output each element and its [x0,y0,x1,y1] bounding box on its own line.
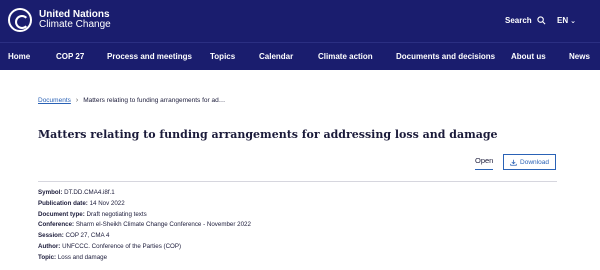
meta-row-conference: Conference: Sharm el-Sheikh Climate Chan… [38,220,251,231]
nav-item-climate-action[interactable]: Climate action [318,52,373,61]
meta-label: Topic: [38,253,57,261]
document-metadata: Symbol: DT.DD.CMA4.i8f.1 Publication dat… [38,188,251,264]
meta-label: Document type: [38,210,85,218]
breadcrumb: Documents › Matters relating to funding … [38,97,225,104]
breadcrumb-current: Matters relating to funding arrangements… [83,97,226,104]
meta-row-topic: Topic: Loss and damage [38,253,251,264]
logo-text: United Nations Climate Change [39,9,111,31]
download-button[interactable]: Download [503,154,556,170]
open-tab[interactable]: Open [475,156,494,170]
meta-label: Session: [38,232,64,240]
nav-item-process-and-meetings[interactable]: Process and meetings [107,52,192,61]
language-selector[interactable]: EN ⌄ [557,16,576,25]
top-header: United Nations Climate Change Search EN … [0,0,600,42]
meta-row-author: Author: UNFCCC. Conference of the Partie… [38,242,251,253]
meta-row-symbol: Symbol: DT.DD.CMA4.i8f.1 [38,188,251,199]
nav-item-about-us[interactable]: About us [511,52,546,61]
meta-row-session: Session: COP 27, CMA 4 [38,231,251,242]
nav-item-cop27[interactable]: COP 27 [56,52,84,61]
unfccc-logo-icon [8,8,32,32]
page-title: Matters relating to funding arrangements… [38,128,498,141]
nav-item-topics[interactable]: Topics [210,52,235,61]
breadcrumb-documents-link[interactable]: Documents [38,97,71,104]
nav-item-documents-and-decisions[interactable]: Documents and decisions [396,52,495,61]
meta-label: Author: [38,242,61,250]
main-nav: Home COP 27 Process and meetings Topics … [0,42,600,70]
meta-label: Conference: [38,221,75,229]
meta-label: Publication date: [38,199,88,207]
chevron-down-icon: ⌄ [570,17,576,25]
meta-value: COP 27, CMA 4 [65,232,110,240]
search-button[interactable]: Search [505,16,546,25]
divider [38,181,557,182]
meta-row-publication-date: Publication date: 14 Nov 2022 [38,199,251,210]
org-name-line2: Climate Change [39,19,111,30]
language-label: EN [557,16,569,25]
meta-value: Loss and damage [57,253,108,261]
unfccc-logo[interactable]: United Nations Climate Change [8,8,111,32]
download-icon [510,159,517,166]
search-icon [537,16,546,25]
breadcrumb-chevron-icon: › [75,97,79,104]
search-label: Search [505,16,532,25]
nav-item-calendar[interactable]: Calendar [259,52,293,61]
nav-item-news[interactable]: News [569,52,590,61]
meta-value: UNFCCC. Conference of the Parties (COP) [62,242,182,250]
meta-value: DT.DD.CMA4.i8f.1 [64,189,115,196]
meta-label: Symbol: [38,189,63,196]
download-label: Download [520,158,549,166]
meta-value: Draft negotiating texts [86,210,147,218]
meta-row-document-type: Document type: Draft negotiating texts [38,210,251,221]
nav-item-home[interactable]: Home [8,52,30,61]
meta-value: 14 Nov 2022 [89,199,125,207]
meta-value: Sharm el-Sheikh Climate Change Conferenc… [75,221,251,229]
